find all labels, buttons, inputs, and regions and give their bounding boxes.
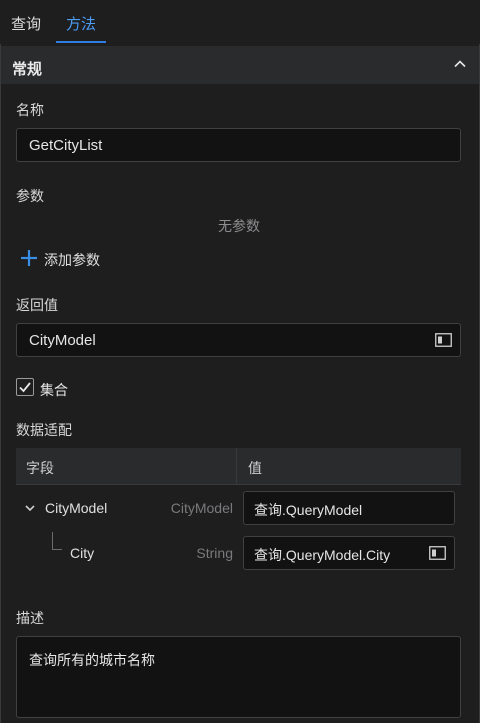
description-label: 描述	[16, 610, 44, 626]
picker-icon[interactable]	[429, 546, 446, 560]
table-row: CityModel CityModel 查询.QueryModel	[16, 490, 461, 526]
return-value-label: 返回值	[16, 297, 58, 313]
collection-label: 集合	[40, 382, 68, 398]
mapping-value: 查询.QueryModel	[254, 502, 363, 518]
tab-bar: 查询 方法	[0, 0, 480, 44]
section-title: 常规	[12, 61, 43, 78]
no-params-text: 无参数	[218, 218, 260, 234]
description-value: 查询所有的城市名称	[29, 652, 155, 668]
column-header-value: 值	[248, 460, 262, 476]
column-divider	[236, 448, 237, 485]
active-tab-indicator	[56, 41, 106, 43]
return-value: CityModel	[29, 332, 96, 349]
mapping-value-field[interactable]: 查询.QueryModel.City	[243, 536, 455, 570]
tree-connector	[52, 532, 62, 550]
field-name: City	[70, 545, 95, 561]
chevron-down-icon[interactable]	[24, 502, 36, 514]
name-label: 名称	[16, 102, 44, 118]
mapping-table-header: 字段 值	[16, 448, 461, 485]
plus-icon	[21, 250, 37, 266]
mapping-value: 查询.QueryModel.City	[254, 547, 391, 563]
tab-method[interactable]: 方法	[66, 13, 96, 34]
mapping-value-field[interactable]: 查询.QueryModel	[243, 491, 455, 525]
table-row: City String 查询.QueryModel.City	[16, 532, 461, 572]
chevron-up-icon[interactable]	[453, 57, 467, 71]
name-field[interactable]: GetCityList	[16, 128, 461, 162]
panel-frame	[0, 0, 480, 723]
collection-checkbox[interactable]	[16, 378, 34, 396]
section-header-general[interactable]: 常规	[1, 46, 479, 84]
field-type: String	[196, 545, 233, 561]
field-type: CityModel	[170, 500, 233, 516]
description-textarea[interactable]: 查询所有的城市名称	[16, 636, 461, 718]
data-mapping-label: 数据适配	[16, 422, 72, 438]
params-label: 参数	[16, 188, 44, 204]
tab-query[interactable]: 查询	[11, 13, 41, 34]
return-value-field[interactable]: CityModel	[16, 323, 461, 357]
check-icon	[19, 382, 31, 393]
add-param-label: 添加参数	[44, 252, 100, 268]
field-name: CityModel	[45, 500, 108, 516]
name-value: GetCityList	[29, 137, 103, 154]
picker-icon[interactable]	[435, 333, 452, 347]
column-header-field: 字段	[26, 460, 54, 476]
